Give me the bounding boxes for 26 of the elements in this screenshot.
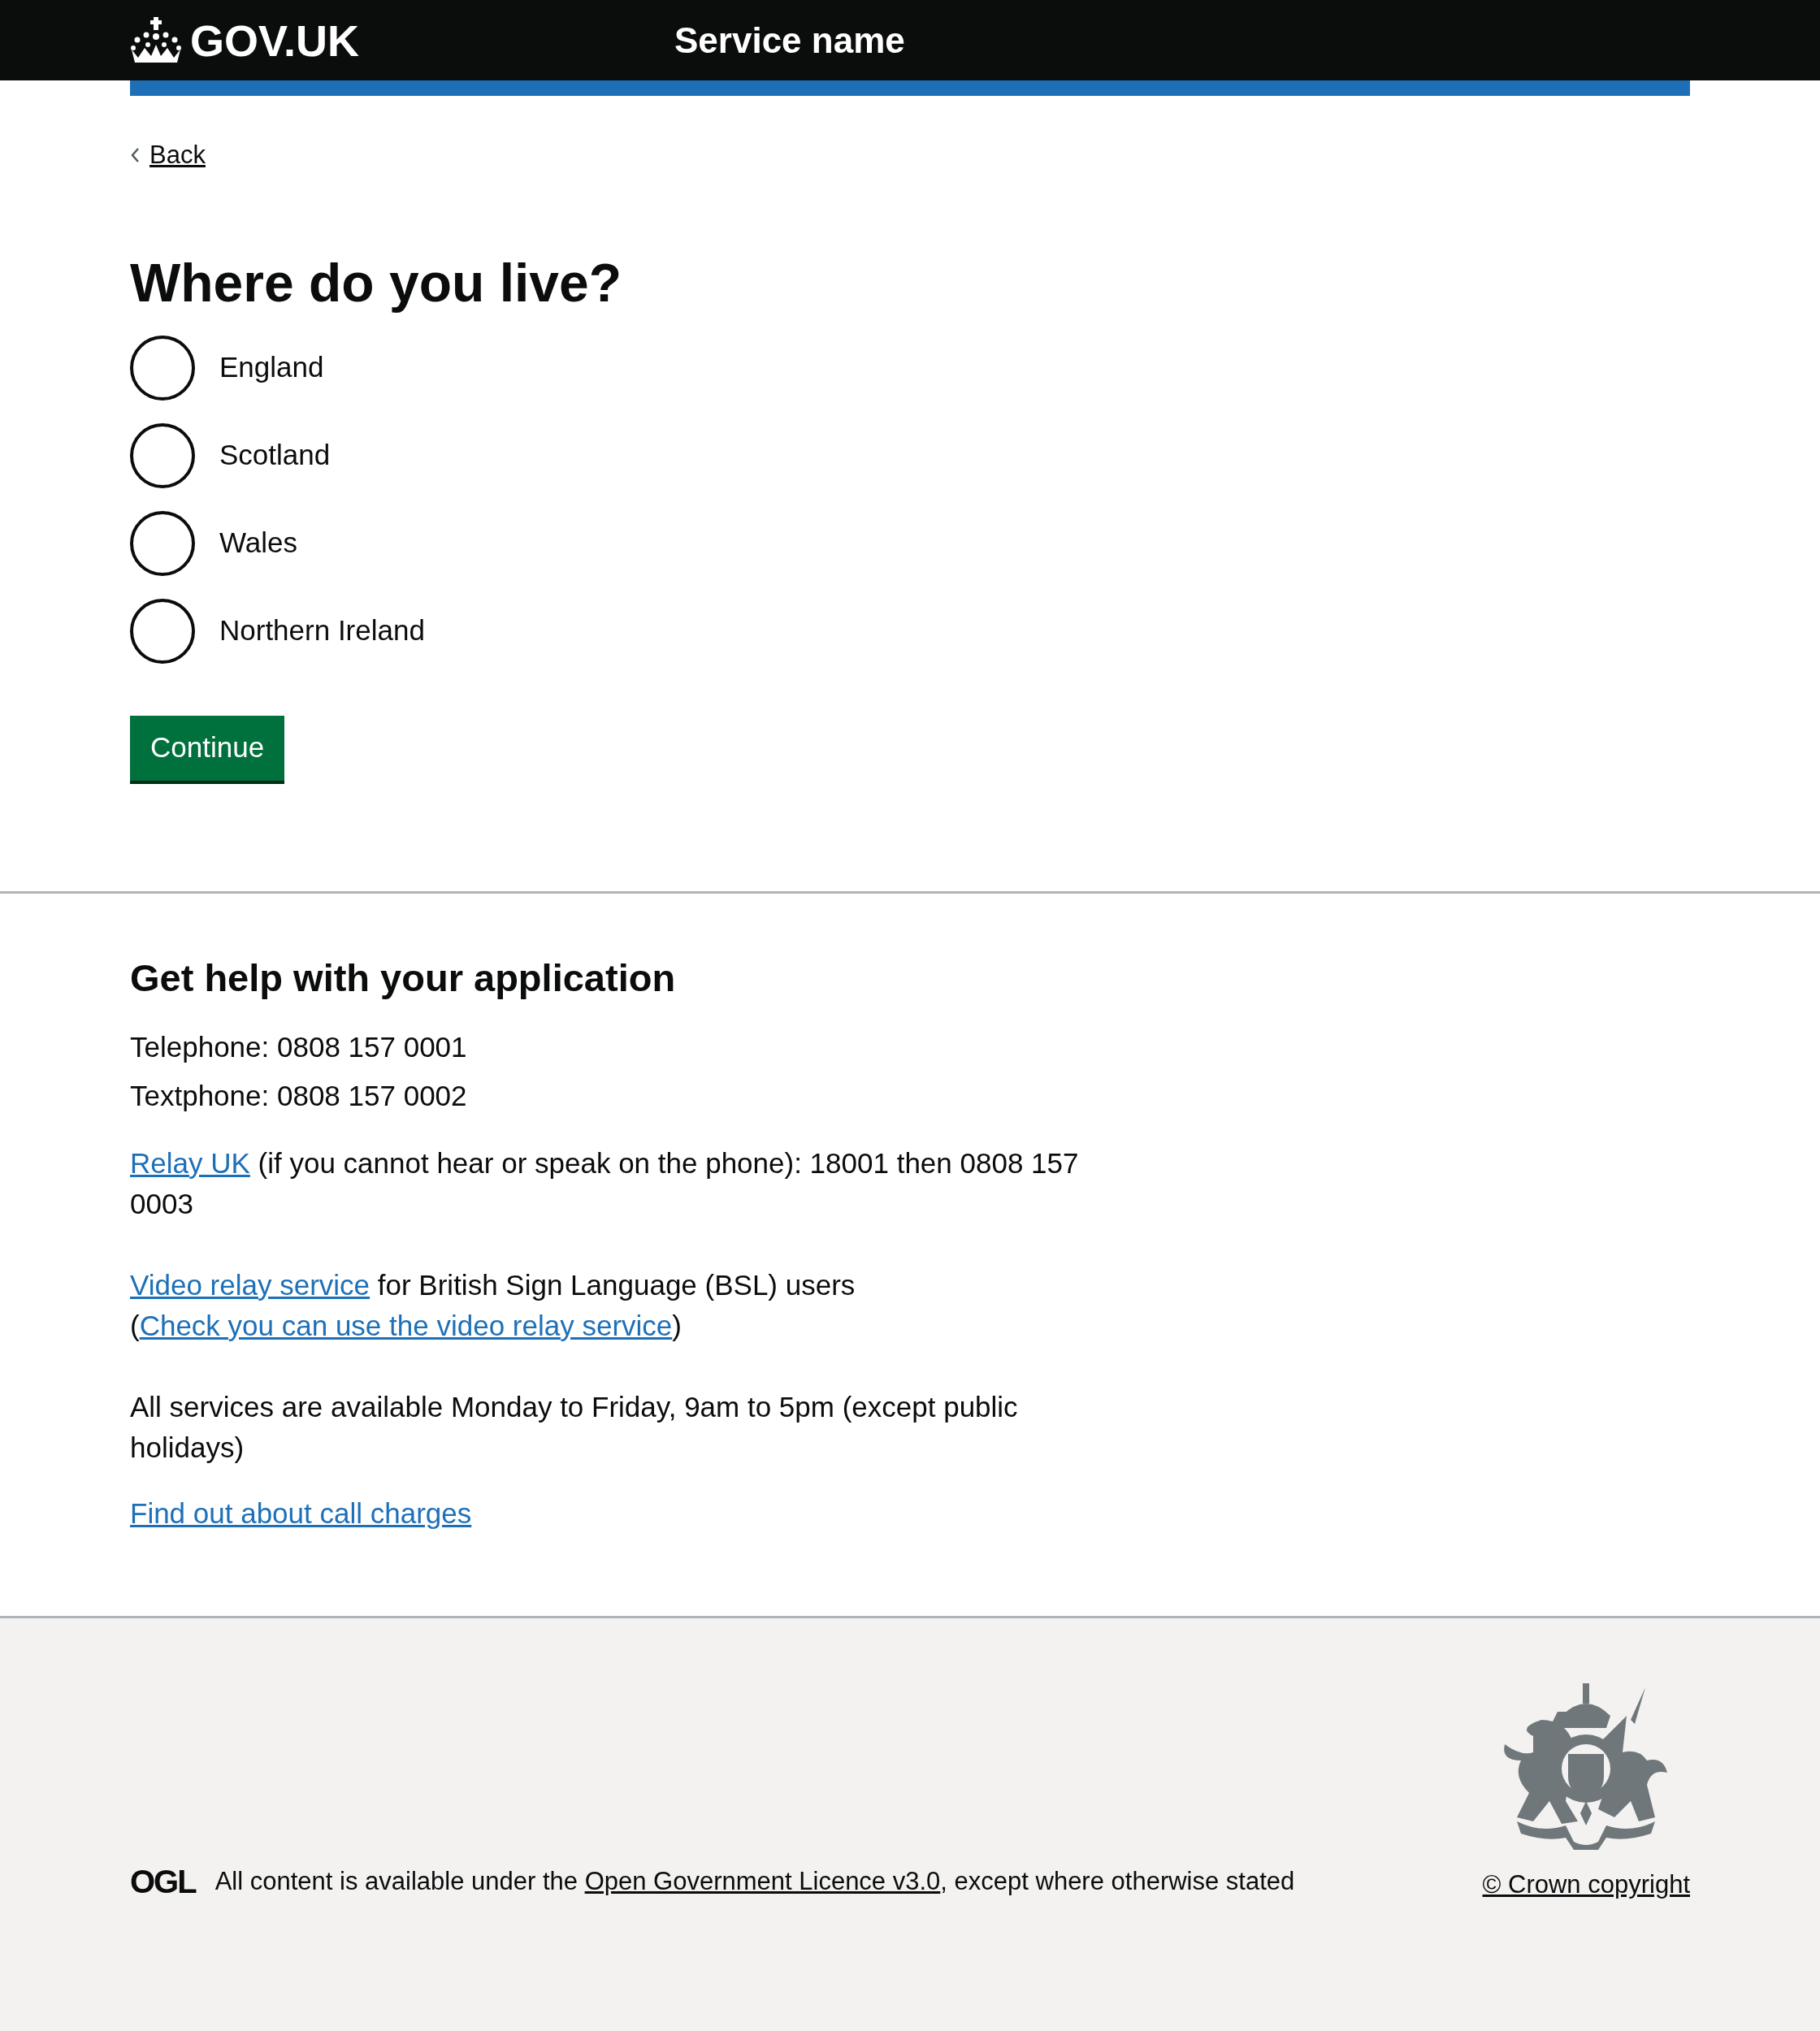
help-paragraph: Video relay service for British Sign Language (BSL) users (Check you can use the video relay service)	[130, 1267, 856, 1343]
ogl-logo: OGL	[130, 1865, 196, 1899]
crown-icon	[130, 16, 182, 64]
service-name-link[interactable]: Service name	[674, 22, 905, 58]
text-link[interactable]: Relay UK	[130, 1146, 250, 1179]
radio-label: England	[219, 350, 324, 385]
radio-button[interactable]	[130, 598, 195, 664]
text-link[interactable]: Check you can use the video relay service	[139, 1309, 673, 1341]
radio-button[interactable]	[130, 422, 195, 488]
radio-label: Wales	[219, 526, 297, 561]
contact-line: Telephone: 0808 157 0001	[130, 1029, 468, 1064]
radio-button[interactable]	[130, 335, 195, 401]
call-charges-link[interactable]: Find out about call charges	[130, 1492, 472, 1535]
copyright-link[interactable]: © Crown copyright	[1482, 1866, 1690, 1904]
chevron-left-icon	[130, 147, 140, 164]
text-link[interactable]: Video relay service	[130, 1268, 370, 1301]
site-logo-link[interactable]: GOV.UK	[190, 18, 360, 63]
radio-label: Northern Ireland	[219, 613, 425, 648]
radio-label: Scotland	[219, 438, 331, 473]
radio-button[interactable]	[130, 510, 195, 576]
help-paragraph: Relay UK (if you cannot hear or speak on the phone): 18001 then 0808 157 0003	[130, 1145, 1080, 1221]
contact-line: Textphone: 0808 157 0002	[130, 1078, 468, 1113]
licence-text: All content is available under the Open Government Licence v3.0, except where otherwise stated	[214, 1866, 1295, 1897]
help-paragraph: All services are available Monday to Friday, 9am to 5pm (except public holidays)	[130, 1389, 1019, 1465]
text-link[interactable]: Open Government Licence v3.0	[584, 1867, 941, 1895]
back-link[interactable]: Back	[130, 136, 206, 175]
